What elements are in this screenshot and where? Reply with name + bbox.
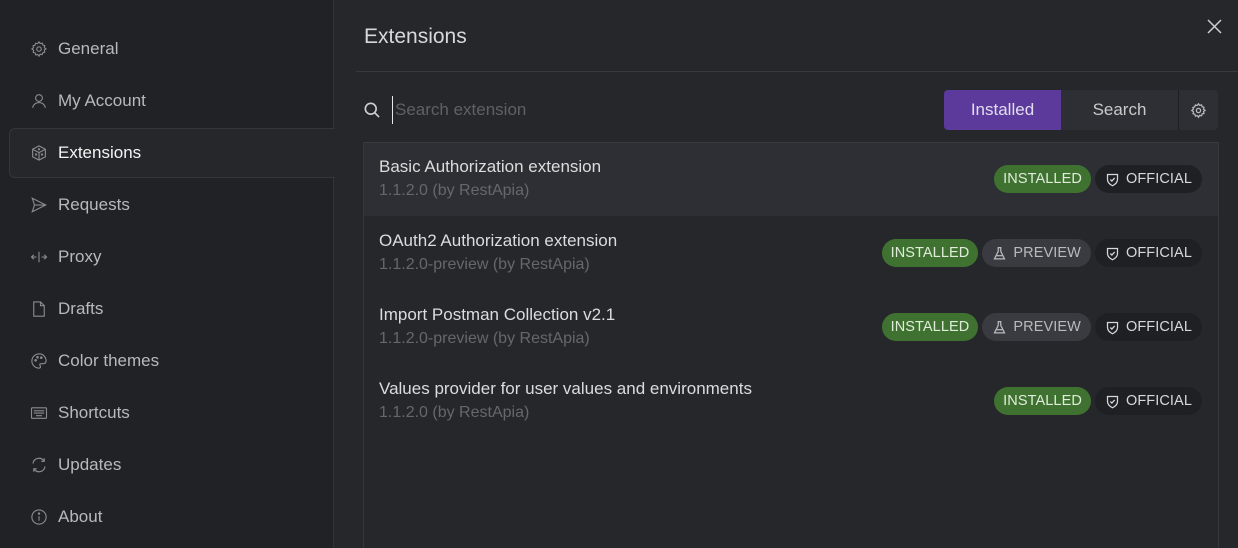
extension-settings-button[interactable] bbox=[1179, 90, 1218, 130]
sidebar-item-label: Drafts bbox=[58, 299, 104, 318]
installed-badge: INSTALLED bbox=[994, 387, 1091, 415]
extension-badges: INSTALLED OFFICIAL bbox=[994, 165, 1202, 193]
sidebar-item-label: Shortcuts bbox=[58, 403, 130, 422]
preview-badge: PREVIEW bbox=[982, 313, 1091, 341]
sidebar-item-updates[interactable]: Updates bbox=[9, 440, 335, 490]
search-filter-button[interactable]: Search bbox=[1061, 90, 1179, 130]
sidebar-item-my-account[interactable]: My Account bbox=[9, 76, 335, 126]
sidebar-item-extensions[interactable]: Extensions bbox=[9, 128, 335, 178]
close-button[interactable] bbox=[1204, 19, 1224, 39]
sidebar-item-label: About bbox=[58, 507, 103, 526]
extensions-list: Basic Authorization extension 1.1.2.0 (b… bbox=[363, 142, 1219, 548]
extension-badges: INSTALLED OFFICIAL bbox=[994, 387, 1202, 415]
shield-check-icon bbox=[1106, 395, 1119, 408]
sidebar-item-proxy[interactable]: Proxy bbox=[9, 232, 335, 282]
close-icon bbox=[1206, 19, 1222, 39]
keyboard-icon bbox=[30, 404, 48, 422]
page-title: Extensions bbox=[364, 25, 467, 48]
header-divider bbox=[356, 71, 1238, 72]
sidebar-item-color-themes[interactable]: Color themes bbox=[9, 336, 335, 386]
extension-name: Basic Authorization extension bbox=[379, 157, 602, 176]
extension-row[interactable]: Values provider for user values and envi… bbox=[364, 364, 1218, 438]
official-badge: OFFICIAL bbox=[1094, 313, 1202, 341]
user-icon bbox=[30, 92, 48, 110]
sidebar-item-label: General bbox=[58, 39, 119, 58]
extension-row[interactable]: Basic Authorization extension 1.1.2.0 (b… bbox=[364, 142, 1218, 216]
sidebar-item-label: Extensions bbox=[58, 143, 142, 162]
shield-check-icon bbox=[1106, 321, 1119, 334]
filter-toggle: Installed Search bbox=[944, 90, 1218, 130]
extension-name: OAuth2 Authorization extension bbox=[379, 231, 618, 250]
search-icon bbox=[362, 100, 382, 120]
shield-check-icon bbox=[1106, 173, 1119, 186]
extension-version: 1.1.2.0 (by RestApia) bbox=[379, 404, 530, 421]
official-badge: OFFICIAL bbox=[1094, 165, 1202, 193]
sidebar-item-label: Proxy bbox=[58, 247, 102, 266]
installed-badge: INSTALLED bbox=[994, 165, 1091, 193]
sidebar-item-general[interactable]: General bbox=[9, 24, 335, 74]
extension-badges: INSTALLED PREVIEW OFFICIAL bbox=[881, 313, 1202, 341]
sidebar-item-label: Requests bbox=[58, 195, 130, 214]
send-icon bbox=[30, 196, 48, 214]
flask-icon bbox=[993, 320, 1006, 333]
flask-icon bbox=[993, 246, 1006, 259]
official-badge: OFFICIAL bbox=[1094, 239, 1202, 267]
installed-badge: INSTALLED bbox=[881, 239, 979, 267]
extension-row[interactable]: Import Postman Collection v2.1 1.1.2.0-p… bbox=[364, 290, 1218, 364]
gear-icon bbox=[30, 40, 48, 58]
extensions-panel: Extensions Installed Search Basic Author… bbox=[335, 0, 1238, 548]
refresh-icon bbox=[30, 456, 48, 474]
extension-name: Import Postman Collection v2.1 bbox=[379, 305, 616, 324]
proxy-arrows-icon bbox=[30, 248, 48, 266]
sidebar-item-about[interactable]: About bbox=[9, 492, 335, 542]
sidebar-item-label: Color themes bbox=[58, 351, 160, 370]
cube-icon bbox=[30, 144, 48, 162]
sidebar-item-requests[interactable]: Requests bbox=[9, 180, 335, 230]
installed-badge: INSTALLED bbox=[881, 313, 979, 341]
extension-version: 1.1.2.0-preview (by RestApia) bbox=[379, 256, 590, 273]
search-input[interactable] bbox=[392, 96, 852, 124]
preview-badge: PREVIEW bbox=[982, 239, 1091, 267]
sidebar-item-drafts[interactable]: Drafts bbox=[9, 284, 335, 334]
official-badge: OFFICIAL bbox=[1094, 387, 1202, 415]
sidebar-item-label: Updates bbox=[58, 455, 122, 474]
settings-sidebar: General My Account Extensions Requests P… bbox=[0, 0, 335, 548]
palette-icon bbox=[30, 352, 48, 370]
extension-name: Values provider for user values and envi… bbox=[379, 379, 752, 398]
installed-filter-button[interactable]: Installed bbox=[944, 90, 1061, 130]
extension-badges: INSTALLED PREVIEW OFFICIAL bbox=[881, 239, 1202, 267]
info-icon bbox=[30, 508, 48, 526]
extension-version: 1.1.2.0 (by RestApia) bbox=[379, 182, 530, 199]
sidebar-item-shortcuts[interactable]: Shortcuts bbox=[9, 388, 335, 438]
shield-check-icon bbox=[1106, 247, 1119, 260]
extension-version: 1.1.2.0-preview (by RestApia) bbox=[379, 330, 590, 347]
sidebar-item-label: My Account bbox=[58, 91, 146, 110]
file-icon bbox=[30, 300, 48, 318]
gear-icon bbox=[1190, 102, 1207, 119]
extension-row[interactable]: OAuth2 Authorization extension 1.1.2.0-p… bbox=[364, 216, 1218, 290]
